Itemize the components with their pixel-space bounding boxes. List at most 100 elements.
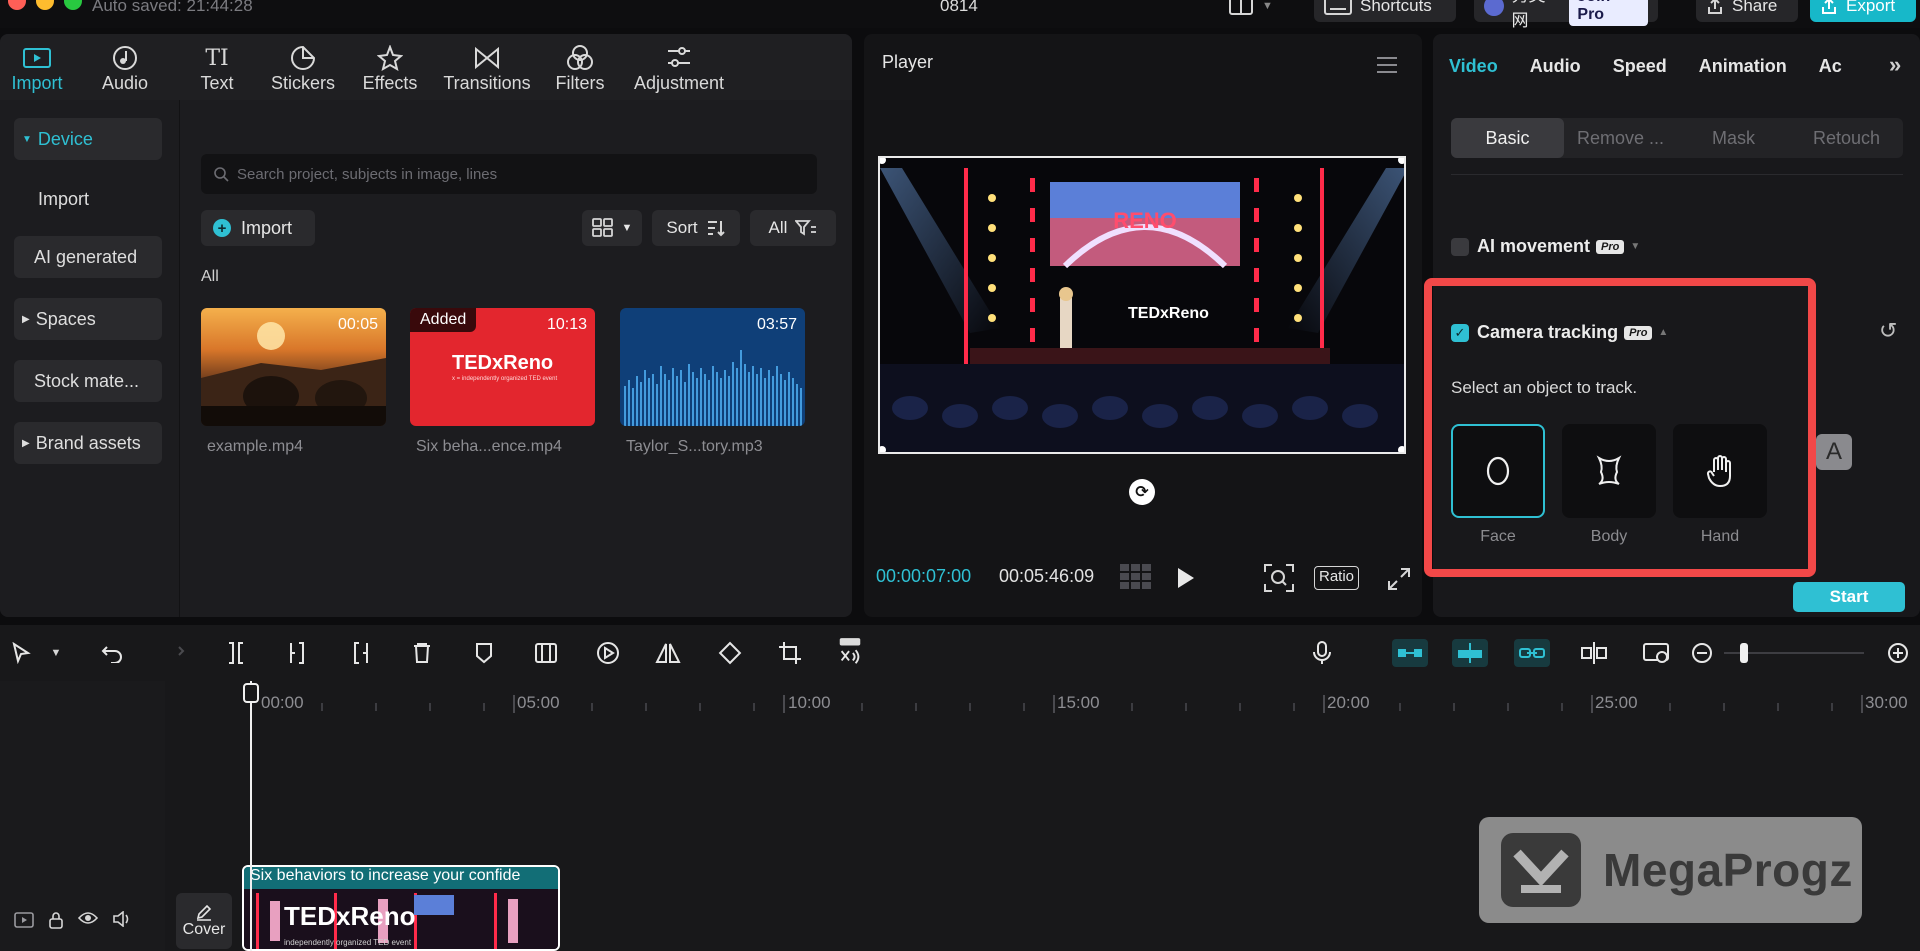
select-tool-icon[interactable] [8, 639, 36, 667]
tab-video[interactable]: Video [1449, 56, 1498, 77]
search-input[interactable]: Search project, subjects in image, lines [201, 154, 817, 194]
freeze-frame-icon[interactable] [532, 639, 560, 667]
zoom-in-icon[interactable] [1884, 639, 1912, 667]
play-icon[interactable] [1176, 567, 1196, 589]
close-window-icon[interactable] [8, 0, 26, 10]
ruler-minor-ticks [321, 703, 1833, 711]
marker-icon[interactable] [470, 639, 498, 667]
cover-button[interactable]: Cover [176, 893, 232, 949]
sidebar-item-spaces[interactable]: ▶ Spaces [14, 298, 162, 340]
preview-axis-icon[interactable] [1580, 639, 1608, 667]
join-pro-badge[interactable]: Join Pro [1569, 0, 1648, 26]
view-mode-button[interactable]: ▼ [582, 210, 642, 246]
delete-right-icon[interactable] [346, 639, 374, 667]
tab-ai[interactable]: Ac [1819, 56, 1842, 77]
ai-movement-checkbox[interactable] [1451, 237, 1469, 256]
transitions-icon [473, 43, 501, 73]
auto-snap-toggle[interactable] [1452, 639, 1488, 667]
media-sidebar: ▼ Device Import AI generated ▶ Spaces St… [0, 100, 180, 617]
shortcuts-button[interactable]: Shortcuts [1314, 0, 1456, 22]
subtab-remove-background[interactable]: Remove ... [1564, 118, 1677, 158]
start-button[interactable]: Start [1793, 582, 1905, 612]
thumbnail-view-icon[interactable] [1642, 639, 1670, 667]
fit-zoom-icon[interactable] [1264, 564, 1294, 592]
share-button[interactable]: Share [1696, 0, 1798, 22]
tab-effects[interactable]: Effects [348, 34, 432, 100]
tab-speed[interactable]: Speed [1613, 56, 1667, 77]
tab-filters[interactable]: Filters [542, 34, 618, 100]
eye-icon[interactable] [78, 911, 98, 925]
subtab-mask[interactable]: Mask [1677, 118, 1790, 158]
tab-stickers[interactable]: Stickers [258, 34, 348, 100]
resize-handle-top-left[interactable] [880, 158, 886, 164]
tab-text[interactable]: TI Text [176, 34, 258, 100]
reverse-icon[interactable] [594, 639, 622, 667]
chevron-down-icon[interactable]: ▼ [42, 639, 70, 667]
text-tool-icon[interactable]: A [1816, 434, 1852, 470]
sidebar-item-device[interactable]: ▼ Device [14, 118, 162, 160]
track-type-icon[interactable] [14, 911, 34, 929]
resize-handle-bottom-left[interactable] [880, 446, 886, 452]
rotate-clip-icon[interactable] [716, 639, 744, 667]
tab-import[interactable]: Import [0, 34, 74, 100]
zoom-out-icon[interactable] [1688, 639, 1716, 667]
media-item-example[interactable]: 00:05 [201, 308, 386, 426]
main-track-magnet-toggle[interactable] [1392, 639, 1428, 667]
delete-left-icon[interactable] [284, 639, 312, 667]
undo-icon[interactable] [98, 639, 126, 667]
hamburger-menu-icon[interactable] [1376, 56, 1398, 74]
delete-icon[interactable] [408, 639, 436, 667]
ratio-button[interactable]: Ratio [1314, 566, 1360, 590]
ai-movement-row[interactable]: AI movement Pro ▼ [1451, 236, 1640, 257]
tab-animation[interactable]: Animation [1699, 56, 1787, 77]
import-button[interactable]: + Import [201, 210, 315, 246]
tab-audio[interactable]: Audio [74, 34, 176, 100]
lock-icon[interactable] [48, 911, 64, 929]
filter-button[interactable]: All [750, 210, 836, 246]
sidebar-item-brand-assets[interactable]: ▶ Brand assets [14, 422, 162, 464]
crop-icon[interactable] [776, 639, 804, 667]
tab-audio-props[interactable]: Audio [1530, 56, 1581, 77]
mirror-icon[interactable] [654, 639, 682, 667]
subtab-basic[interactable]: Basic [1451, 118, 1564, 158]
split-icon[interactable] [222, 639, 250, 667]
reset-icon[interactable]: ↺ [1879, 318, 1897, 344]
playhead[interactable] [243, 681, 259, 951]
export-button[interactable]: Export [1810, 0, 1916, 22]
resize-handle-top-right[interactable] [1398, 158, 1404, 164]
rotate-icon[interactable]: ⟳ [1129, 479, 1155, 505]
subtab-retouch[interactable]: Retouch [1790, 118, 1903, 158]
sidebar-item-ai-generated[interactable]: AI generated [14, 236, 162, 278]
resize-handle-bottom-right[interactable] [1398, 446, 1404, 452]
sidebar-item-stock-materials[interactable]: Stock mate... [14, 360, 162, 402]
tab-transitions[interactable]: Transitions [432, 34, 542, 100]
ai-cutout-icon[interactable] [836, 638, 864, 667]
project-name[interactable]: 0814 [940, 0, 978, 16]
linkage-toggle[interactable] [1514, 639, 1550, 667]
playhead-handle[interactable] [243, 683, 259, 703]
video-clip[interactable]: Six behaviors to increase your confide T… [242, 865, 560, 951]
sort-button[interactable]: Sort [652, 210, 740, 246]
microphone-icon[interactable] [1308, 639, 1336, 667]
watermark-text: MegaProgz [1603, 844, 1853, 896]
layout-button[interactable]: ▼ [1218, 0, 1283, 22]
video-preview[interactable]: RENO TEDxReno [878, 156, 1406, 454]
media-item-six-behaviors[interactable]: TEDxReno x = independently organized TED… [410, 308, 595, 426]
maximize-window-icon[interactable] [64, 0, 82, 10]
timeline-ruler[interactable]: 00:00 05:00 10:00 15:00 20:00 25:00 30:0… [245, 683, 1920, 723]
player-title: Player [882, 52, 934, 72]
zoom-slider[interactable] [1724, 643, 1864, 663]
text-icon: TI [205, 45, 229, 71]
tab-adjustment[interactable]: Adjustment [618, 34, 740, 100]
grid-overlay-icon[interactable] [1120, 564, 1152, 590]
minimize-window-icon[interactable] [36, 0, 54, 10]
ted-logo-text: TEDxReno [452, 352, 554, 374]
media-item-taylor-story[interactable]: 03:57 [620, 308, 805, 426]
zoom-slider-handle[interactable] [1740, 643, 1748, 663]
tabs-scroll-right-icon[interactable]: » [1889, 52, 1901, 78]
sidebar-item-import[interactable]: Import [14, 178, 162, 220]
account-button[interactable]: 秀英网 Join Pro [1474, 0, 1658, 30]
volume-icon[interactable] [112, 911, 132, 927]
redo-icon[interactable] [160, 639, 188, 667]
fullscreen-icon[interactable] [1387, 567, 1411, 591]
